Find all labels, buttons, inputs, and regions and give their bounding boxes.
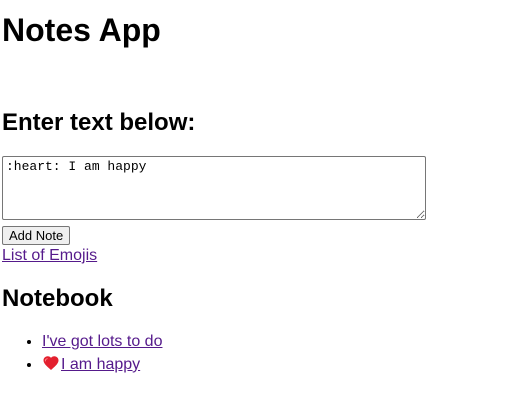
note-textarea[interactable]	[2, 156, 426, 220]
page: Notes App Enter text below: Add Note Lis…	[0, 0, 519, 373]
note-link[interactable]: I've got lots to do	[42, 333, 162, 350]
notes-list: I've got lots to do I am happy	[2, 330, 162, 376]
note-text: I am happy	[61, 356, 141, 373]
emoji-list-link[interactable]: List of Emojis	[2, 246, 97, 266]
editor-heading: Enter text below:	[2, 109, 196, 136]
heart-icon	[42, 354, 60, 372]
list-item: I am happy	[42, 353, 162, 376]
notebook-heading: Notebook	[2, 285, 113, 312]
note-link[interactable]: I am happy	[42, 356, 140, 373]
list-item: I've got lots to do	[42, 330, 162, 353]
add-note-button[interactable]: Add Note	[2, 226, 71, 245]
app-title: Notes App	[2, 12, 161, 48]
